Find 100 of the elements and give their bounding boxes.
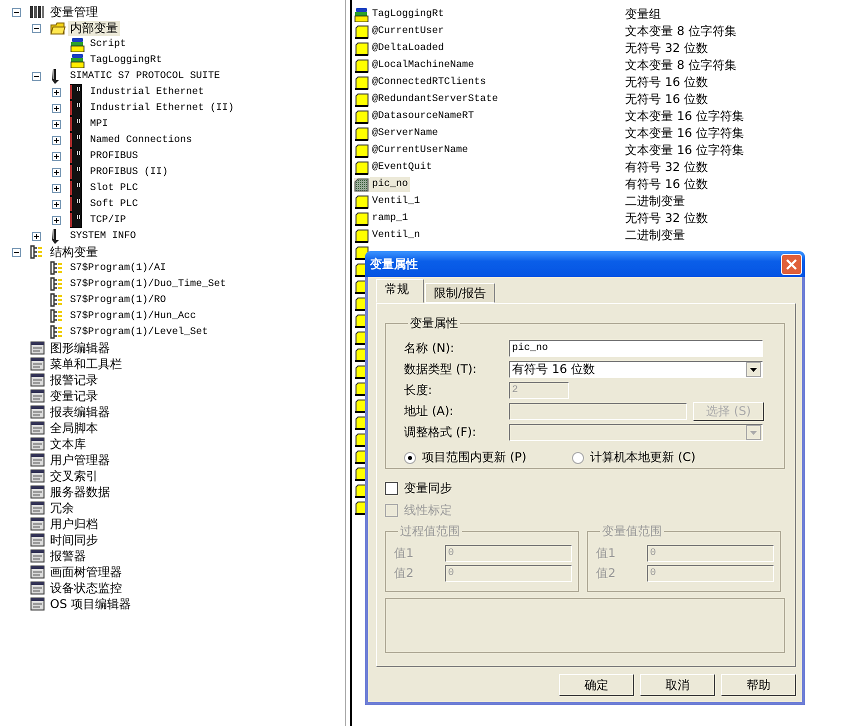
tag-name[interactable]: @CurrentUser: [370, 24, 446, 39]
window-title: 变量属性: [370, 256, 418, 272]
tag-icon: [354, 246, 369, 260]
structure-icon: [50, 309, 63, 323]
stack-icon: [70, 36, 85, 52]
radio-button[interactable]: [404, 452, 416, 464]
tree-item[interactable]: 内部变量: [68, 20, 120, 36]
tag-name[interactable]: @ServerName: [370, 126, 440, 141]
dialog-button[interactable]: 确定: [559, 674, 634, 696]
radio-label: 项目范围内更新 (P): [422, 449, 526, 466]
radio-button[interactable]: [572, 452, 584, 464]
expand-toggle[interactable]: [52, 200, 61, 208]
tree-item[interactable]: PROFIBUS: [88, 148, 140, 164]
tree-item[interactable]: 时间同步: [48, 532, 100, 548]
dialog-button[interactable]: 取消: [640, 674, 715, 696]
tag-name[interactable]: @ConnectedRTClients: [370, 75, 488, 90]
tag-type: 无符号 32 位数: [625, 40, 708, 57]
module-icon: [70, 84, 82, 100]
tag-name[interactable]: @LocalMachineName: [370, 58, 476, 73]
tree-item[interactable]: SYSTEM INFO: [68, 228, 138, 244]
tag-type: 无符号 16 位数: [625, 74, 708, 91]
tag-name[interactable]: TagLoggingRt: [370, 7, 446, 22]
tree-item[interactable]: 用户归档: [48, 516, 100, 532]
tag-type: 有符号 32 位数: [625, 159, 708, 176]
group-title: 变量值范围: [601, 523, 663, 540]
tag-name[interactable]: @DeltaLoaded: [370, 41, 446, 56]
tree-item[interactable]: 冗余: [48, 500, 76, 516]
tree-item[interactable]: 报警器: [48, 548, 88, 564]
expand-toggle[interactable]: [52, 104, 61, 112]
stack-icon: [354, 7, 369, 22]
tree-item[interactable]: 用户管理器: [48, 452, 112, 468]
tree-item[interactable]: 交叉索引: [48, 468, 100, 484]
tree-item[interactable]: TCP/IP: [88, 212, 128, 228]
tag-name[interactable]: @DatasourceNameRT: [370, 109, 476, 124]
tag-name[interactable]: Ventil_1: [370, 194, 422, 209]
tag-name[interactable]: @RedundantServerState: [370, 92, 500, 107]
tree-item[interactable]: 结构变量: [48, 244, 100, 260]
collapse-toggle[interactable]: [32, 72, 41, 80]
tree-item[interactable]: Script: [88, 36, 128, 52]
tree-item[interactable]: Industrial Ethernet (II): [88, 100, 236, 116]
dropdown-field[interactable]: 有符号 16 位数: [509, 361, 763, 378]
tree-item[interactable]: Industrial Ethernet: [88, 84, 206, 100]
tree-item[interactable]: 变量记录: [48, 388, 100, 404]
dialog-button[interactable]: 帮助: [721, 674, 796, 696]
tag-icon: [354, 92, 369, 106]
tree-item[interactable]: S7$Program(1)/AI: [68, 260, 168, 276]
tag-icon: [354, 160, 369, 174]
radio-label: 计算机本地更新 (C): [590, 449, 696, 466]
tree-item[interactable]: PROFIBUS (II): [88, 164, 170, 180]
tree-item[interactable]: MPI: [88, 116, 110, 132]
tree-item[interactable]: Soft PLC: [88, 196, 140, 212]
tree-item[interactable]: TagLoggingRt: [88, 52, 164, 68]
group-title: 变量属性: [409, 315, 459, 332]
expand-toggle[interactable]: [52, 152, 61, 160]
field-label: 数据类型 (T):: [404, 361, 478, 378]
tree-item[interactable]: Slot PLC: [88, 180, 140, 196]
expand-toggle[interactable]: [52, 184, 61, 192]
tree-item[interactable]: 画面树管理器: [48, 564, 124, 580]
tag-name[interactable]: ramp_1: [370, 211, 410, 226]
tree-item[interactable]: Named Connections: [88, 132, 194, 148]
tree-item[interactable]: 全局脚本: [48, 420, 100, 436]
field-label: 值2: [596, 564, 617, 582]
tag-type: 文本变量 16 位字符集: [625, 142, 744, 159]
tree-item[interactable]: S7$Program(1)/Duo_Time_Set: [68, 276, 228, 292]
structure-icon: [50, 261, 63, 275]
tree-item[interactable]: 菜单和工具栏: [48, 356, 124, 372]
tag-name[interactable]: Ventil_n: [370, 228, 422, 243]
rack-icon: [30, 5, 44, 19]
expand-toggle[interactable]: [32, 232, 41, 240]
tree-item[interactable]: 文本库: [48, 436, 88, 452]
collapse-toggle[interactable]: [12, 248, 21, 256]
expand-toggle[interactable]: [52, 120, 61, 128]
collapse-toggle[interactable]: [32, 24, 41, 32]
dialog-tab[interactable]: 常规: [376, 279, 424, 303]
tree-item[interactable]: S7$Program(1)/Hun_Acc: [68, 308, 198, 324]
tag-name[interactable]: pic_no: [370, 177, 410, 192]
text-field[interactable]: pic_no: [509, 340, 763, 357]
tree-item[interactable]: 变量管理: [48, 4, 100, 20]
tree-item[interactable]: 服务器数据: [48, 484, 112, 500]
expand-toggle[interactable]: [52, 216, 61, 224]
tree-item[interactable]: OS 项目编辑器: [48, 596, 133, 612]
tree-item[interactable]: 报警记录: [48, 372, 100, 388]
expand-toggle[interactable]: [52, 136, 61, 144]
tree-item[interactable]: S7$Program(1)/RO: [68, 292, 168, 308]
dialog-tab[interactable]: 限制/报告: [425, 283, 496, 303]
tree-item[interactable]: 报表编辑器: [48, 404, 112, 420]
tree-item[interactable]: SIMATIC S7 PROTOCOL SUITE: [68, 68, 222, 84]
checkbox[interactable]: [385, 482, 398, 494]
tag-type: 文本变量 8 位字符集: [625, 23, 736, 40]
tag-icon: [354, 228, 369, 242]
tree-item[interactable]: S7$Program(1)/Level_Set: [68, 324, 210, 340]
tag-name[interactable]: @EventQuit: [370, 160, 434, 175]
expand-toggle[interactable]: [52, 168, 61, 176]
collapse-toggle[interactable]: [12, 8, 21, 16]
close-button[interactable]: [781, 254, 802, 274]
tree-item[interactable]: 图形编辑器: [48, 340, 112, 356]
tag-icon: [354, 178, 369, 192]
expand-toggle[interactable]: [52, 88, 61, 96]
tag-name[interactable]: @CurrentUserName: [370, 143, 470, 158]
tree-item[interactable]: 设备状态监控: [48, 580, 124, 596]
